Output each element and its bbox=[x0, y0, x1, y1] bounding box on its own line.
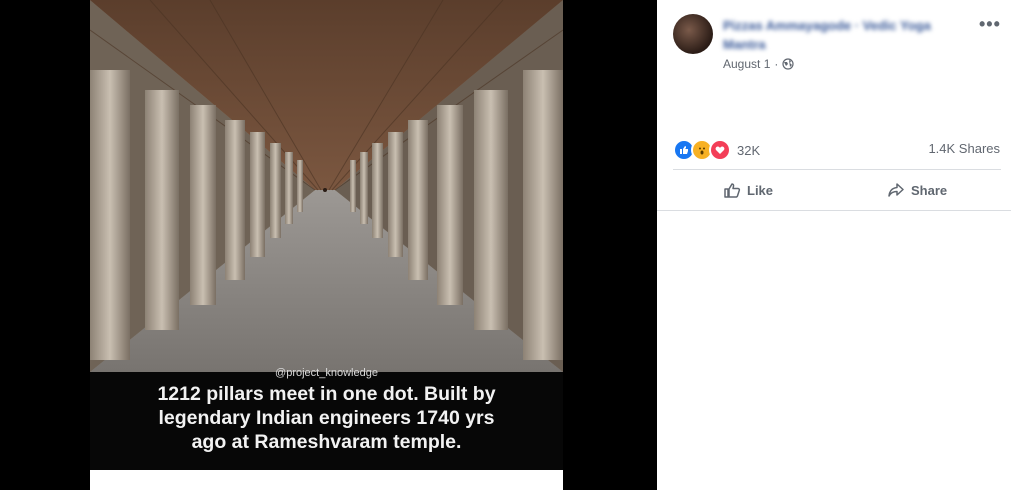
like-label: Like bbox=[747, 182, 774, 198]
divider bbox=[657, 210, 1011, 211]
image-bottom-edge bbox=[90, 470, 563, 490]
caption-line: ago at Rameshvaram temple. bbox=[191, 431, 462, 453]
post-side-panel: Pizzas Ammayagode · Vedic Yoga Mantra Au… bbox=[657, 0, 1011, 490]
author-name[interactable]: Pizzas Ammayagode · Vedic Yoga Mantra bbox=[723, 16, 963, 54]
love-icon bbox=[709, 139, 731, 161]
separator-dot: · bbox=[774, 57, 779, 71]
share-arrow-icon bbox=[888, 183, 904, 197]
reactions-summary[interactable]: 32K bbox=[673, 139, 760, 161]
share-count[interactable]: 1.4K Shares bbox=[928, 141, 1000, 156]
share-label: Share bbox=[911, 182, 948, 198]
author-avatar[interactable] bbox=[673, 14, 713, 54]
divider bbox=[673, 169, 1001, 170]
photo-viewer: @project_knowledge 1212 pillars meet in … bbox=[0, 0, 657, 490]
caption-line: 1212 pillars meet in one dot. Built by bbox=[157, 383, 496, 405]
post-timestamp[interactable]: August 1 · bbox=[723, 57, 794, 71]
globe-icon bbox=[782, 58, 794, 70]
caption-band: @project_knowledge 1212 pillars meet in … bbox=[90, 367, 563, 470]
watermark: @project_knowledge bbox=[275, 367, 378, 379]
post-date[interactable]: August 1 bbox=[723, 57, 770, 71]
like-button[interactable]: Like bbox=[723, 178, 773, 202]
image-caption: 1212 pillars meet in one dot. Built by l… bbox=[90, 382, 563, 454]
thumbs-up-icon bbox=[724, 183, 741, 198]
share-button[interactable]: Share bbox=[887, 178, 947, 202]
post-photo bbox=[90, 0, 563, 372]
reaction-count[interactable]: 32K bbox=[737, 143, 760, 158]
caption-line: legendary Indian engineers 1740 yrs bbox=[158, 407, 495, 429]
more-options-icon[interactable]: ••• bbox=[979, 14, 1001, 35]
corridor-illustration bbox=[90, 0, 563, 372]
